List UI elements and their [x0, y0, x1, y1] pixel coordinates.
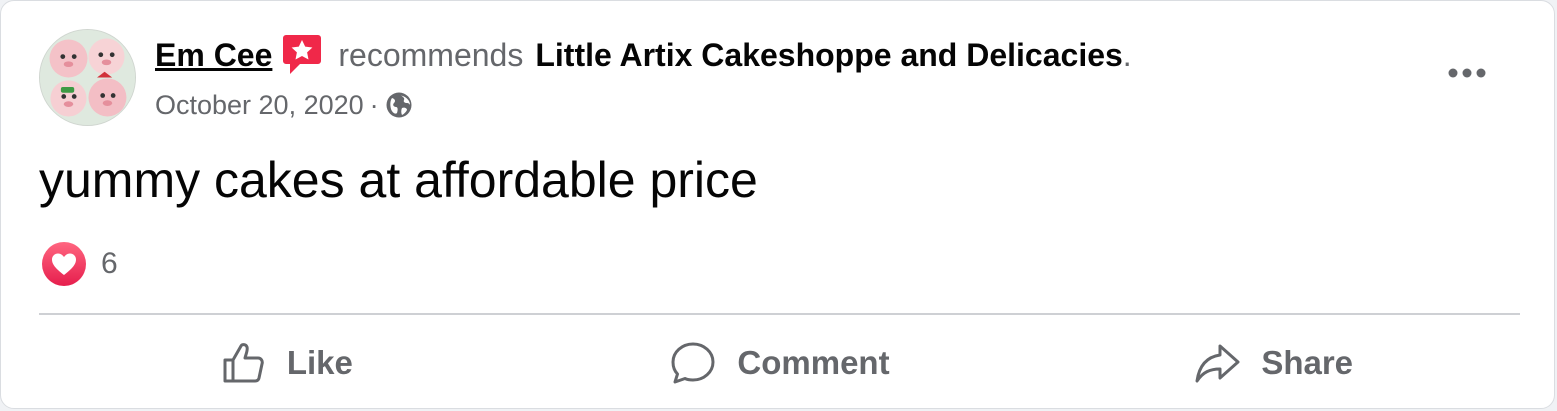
recommends-text: recommends	[338, 36, 524, 73]
like-label: Like	[286, 344, 353, 381]
divider	[39, 313, 1520, 315]
post-date[interactable]: October 20, 2020	[155, 90, 364, 121]
period: .	[1122, 36, 1132, 73]
avatar[interactable]	[39, 29, 136, 126]
share-icon	[1195, 344, 1240, 383]
post-card: Em Cee recommends Little Artix Cakeshopp…	[0, 0, 1555, 409]
share-label: Share	[1261, 344, 1354, 381]
more-options-icon[interactable]	[1441, 55, 1493, 91]
reactions-summary[interactable]: 6	[41, 241, 118, 287]
comment-icon	[671, 342, 715, 384]
author-name[interactable]: Em Cee	[155, 37, 272, 74]
like-button[interactable]: Like	[39, 317, 533, 409]
post-header: Em Cee recommends Little Artix Cakeshopp…	[155, 31, 1132, 79]
comment-label: Comment	[737, 344, 890, 381]
love-reaction-icon	[41, 241, 87, 287]
share-button[interactable]: Share	[1026, 317, 1520, 409]
page-name-link[interactable]: Little Artix Cakeshoppe and Delicacies	[535, 37, 1122, 74]
recommendation-badge-icon	[282, 33, 322, 77]
comment-button[interactable]: Comment	[533, 317, 1027, 409]
post-text: yummy cakes at affordable price	[39, 152, 758, 208]
action-bar: Like Comment Share	[39, 317, 1520, 409]
thumbs-up-icon	[223, 343, 264, 383]
meta-separator: ·	[369, 89, 379, 120]
reaction-count: 6	[101, 247, 118, 280]
post-meta: October 20, 2020 ·	[155, 85, 413, 125]
globe-icon[interactable]	[385, 91, 413, 119]
